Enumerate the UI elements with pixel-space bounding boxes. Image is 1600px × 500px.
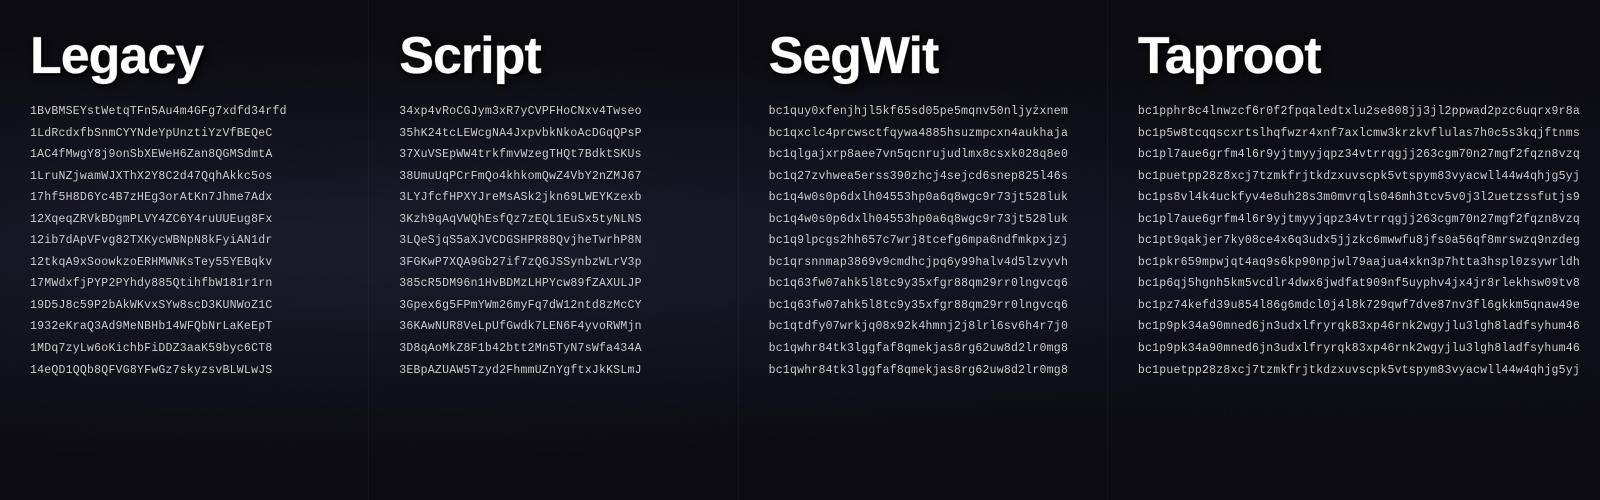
address-item[interactable]: 17MWdxfjPYP2PYhdy885QtihfbW181r1rn: [30, 274, 348, 294]
address-item[interactable]: 17hf5H8D6Yc4B7zHEg3orAtKn7Jhme7Adx: [30, 188, 348, 208]
address-item[interactable]: bc1pt9qakjer7ky08ce4x6q3udx5jjzkc6mwwfu8…: [1138, 231, 1580, 251]
address-item[interactable]: bc1qwhr84tk3lggfaf8qmekjas8rg62uw8d2lr0m…: [769, 339, 1087, 359]
address-item[interactable]: bc1ps8vl4k4uckfyv4e8uh28s3m0mvrqls046mh3…: [1138, 188, 1580, 208]
address-item[interactable]: 3LQeSjqS5aXJVCDGSHPR88QvjheTwrhP8N: [399, 231, 717, 251]
column-legacy: Legacy 1BvBMSEYstWetqTFn5Au4m4GFg7xdfd34r…: [0, 0, 369, 500]
address-item[interactable]: bc1q63fw07ahk5l8tc9y35xfgr88qm29rr0lngvc…: [769, 296, 1087, 316]
address-item[interactable]: bc1qtdfy07wrkjq08x92k4hmnj2j8lrl6sv6h4r7…: [769, 317, 1087, 337]
address-item[interactable]: 38UmuUqPCrFmQo4khkomQwZ4VbY2nZMJ67: [399, 167, 717, 187]
address-item[interactable]: 3EBpAZUAW5Tzyd2FhmmUZnYgftxJkKSLmJ: [399, 361, 717, 381]
address-item[interactable]: 3Kzh9qAqVWQhEsfQz7zEQL1EuSx5tyNLNS: [399, 210, 717, 230]
address-item[interactable]: bc1q9lpcgs2hh657c7wrj8tcefg6mpa6ndfmkpxj…: [769, 231, 1087, 251]
address-item[interactable]: bc1qxclc4prcwsctfqywa4885hsuzmpcxn4aukha…: [769, 124, 1087, 144]
address-item[interactable]: 1932eKraQ3Ad9MeNBHb14WFQbNrLaKeEpT: [30, 317, 348, 337]
address-item[interactable]: bc1p9pk34a90mned6jn3udxlfryrqk83xp46rnk2…: [1138, 339, 1580, 359]
address-item[interactable]: bc1q63fw07ahk5l8tc9y35xfgr88qm29rr0lngvc…: [769, 274, 1087, 294]
address-item[interactable]: 34xp4vRoCGJym3xR7yCVPFHoCNxv4Twseo: [399, 102, 717, 122]
address-item[interactable]: 3FGKwP7XQA9Gb27if7zQGJSSynbzWLrV3p: [399, 253, 717, 273]
address-item[interactable]: bc1p6qj5hgnh5km5vcdlr4dwx6jwdfat909nf5uy…: [1138, 274, 1580, 294]
address-item[interactable]: 19D5J8c59P2bAkWKvxSYw8scD3KUNWoZ1C: [30, 296, 348, 316]
address-item[interactable]: 1AC4fMwgY8j9onSbXEWeH6Zan8QGMSdmtA: [30, 145, 348, 165]
address-list-legacy: 1BvBMSEYstWetqTFn5Au4m4GFg7xdfd34rfd1LdR…: [30, 102, 348, 380]
address-list-segwit: bc1quy0xfenjhjl5kf65sd05pe5mqnv50nljyżxn…: [769, 102, 1087, 380]
address-item[interactable]: 36KAwNUR8VeLpUfGwdk7LEN6F4yvoRWMjn: [399, 317, 717, 337]
address-item[interactable]: bc1puetpp28z8xcj7tzmkfrjtkdzxuvscpk5vtsp…: [1138, 361, 1580, 381]
address-item[interactable]: bc1q27zvhwea5erss390zhcj4sejcd6snep825l4…: [769, 167, 1087, 187]
address-item[interactable]: bc1q4w0s0p6dxlh04553hp0a6q8wgc9r73jt528l…: [769, 210, 1087, 230]
address-list-script: 34xp4vRoCGJym3xR7yCVPFHoCNxv4Twseo35hK24…: [399, 102, 717, 380]
address-item[interactable]: 14eQD1QQb8QFVG8YFwGz7skyzsvBLWLwJS: [30, 361, 348, 381]
column-script: Script 34xp4vRoCGJym3xR7yCVPFHoCNxv4Twseo…: [369, 0, 738, 500]
address-item[interactable]: 1BvBMSEYstWetqTFn5Au4m4GFg7xdfd34rfd: [30, 102, 348, 122]
address-item[interactable]: 12ib7dApVFvg82TXKycWBNpN8kFyiAN1dr: [30, 231, 348, 251]
address-list-taproot: bc1pphr8c4lnwzcf6r0f2fpqaledtxlu2se808jj…: [1138, 102, 1580, 380]
address-item[interactable]: 3D8qAoMkZ8F1b42btt2Mn5TyN7sWfa434A: [399, 339, 717, 359]
address-item[interactable]: bc1pkr659mpwjqt4aq9s6kp90npjwl79aajua4xk…: [1138, 253, 1580, 273]
column-segwit: SegWit bc1quy0xfenjhjl5kf65sd05pe5mqnv50n…: [739, 0, 1108, 500]
title-script: Script: [399, 30, 717, 82]
address-item[interactable]: 1LruNZjwamWJXThX2Y8C2d47QqhAkkc5os: [30, 167, 348, 187]
address-item[interactable]: 3Gpex6g5FPmYWm26myFq7dW12ntd8zMcCY: [399, 296, 717, 316]
column-taproot: Taproot bc1pphr8c4lnwzcf6r0f2fpqaledtxlu2…: [1108, 0, 1600, 500]
address-item[interactable]: 12tkqA9xSoowkzoERHMWNKsTey55YEBqkv: [30, 253, 348, 273]
title-taproot: Taproot: [1138, 30, 1580, 82]
address-item[interactable]: bc1q4w0s0p6dxlh04553hp0a6q8wgc9r73jt528l…: [769, 188, 1087, 208]
address-item[interactable]: bc1pl7aue6grfm4l6r9yjtmyyjqpz34vtrrqgjj2…: [1138, 210, 1580, 230]
address-item[interactable]: 1MDq7zyLw6oKichbFiDDZ3aaK59byc6CT8: [30, 339, 348, 359]
address-item[interactable]: bc1qlgajxrp8aee7vn5qcnrujudlmx8csxk028q8…: [769, 145, 1087, 165]
address-item[interactable]: bc1p5w8tcqqscxrtslhqfwzr4xnf7axlcmw3krzk…: [1138, 124, 1580, 144]
address-item[interactable]: 3LYJfcfHPXYJreMsASk2jkn69LWEYKzexb: [399, 188, 717, 208]
address-item[interactable]: bc1quy0xfenjhjl5kf65sd05pe5mqnv50nljyżxn…: [769, 102, 1087, 122]
address-item[interactable]: 1LdRcdxfbSnmCYYNdeYpUnztiYzVfBEQeC: [30, 124, 348, 144]
address-item[interactable]: bc1pphr8c4lnwzcf6r0f2fpqaledtxlu2se808jj…: [1138, 102, 1580, 122]
address-item[interactable]: 385cR5DM96n1HvBDMzLHPYcw89fZAXULJP: [399, 274, 717, 294]
address-item[interactable]: bc1qrsnnmap3869v9cmdhcjpq6y99halv4d5lzvy…: [769, 253, 1087, 273]
address-item[interactable]: 12XqeqZRVkBDgmPLVY4ZC6Y4ruUUEug8Fx: [30, 210, 348, 230]
address-item[interactable]: bc1pz74kefd39u854l86g6mdcl0j4l8k729qwf7d…: [1138, 296, 1580, 316]
address-item[interactable]: bc1pl7aue6grfm4l6r9yjtmyyjqpz34vtrrqgjj2…: [1138, 145, 1580, 165]
address-item[interactable]: bc1qwhr84tk3lggfaf8qmekjas8rg62uw8d2lr0m…: [769, 361, 1087, 381]
title-segwit: SegWit: [769, 30, 1087, 82]
address-item[interactable]: 35hK24tcLEWcgNA4JxpvbkNkoAcDGqQPsP: [399, 124, 717, 144]
page-container: Legacy 1BvBMSEYstWetqTFn5Au4m4GFg7xdfd34r…: [0, 0, 1600, 500]
address-item[interactable]: bc1puetpp28z8xcj7tzmkfrjtkdzxuvscpk5vtsp…: [1138, 167, 1580, 187]
address-item[interactable]: bc1p9pk34a90mned6jn3udxlfryrqk83xp46rnk2…: [1138, 317, 1580, 337]
address-item[interactable]: 37XuVSEpWW4trkfmvWzegTHQt7BdktSKUs: [399, 145, 717, 165]
title-legacy: Legacy: [30, 30, 348, 82]
